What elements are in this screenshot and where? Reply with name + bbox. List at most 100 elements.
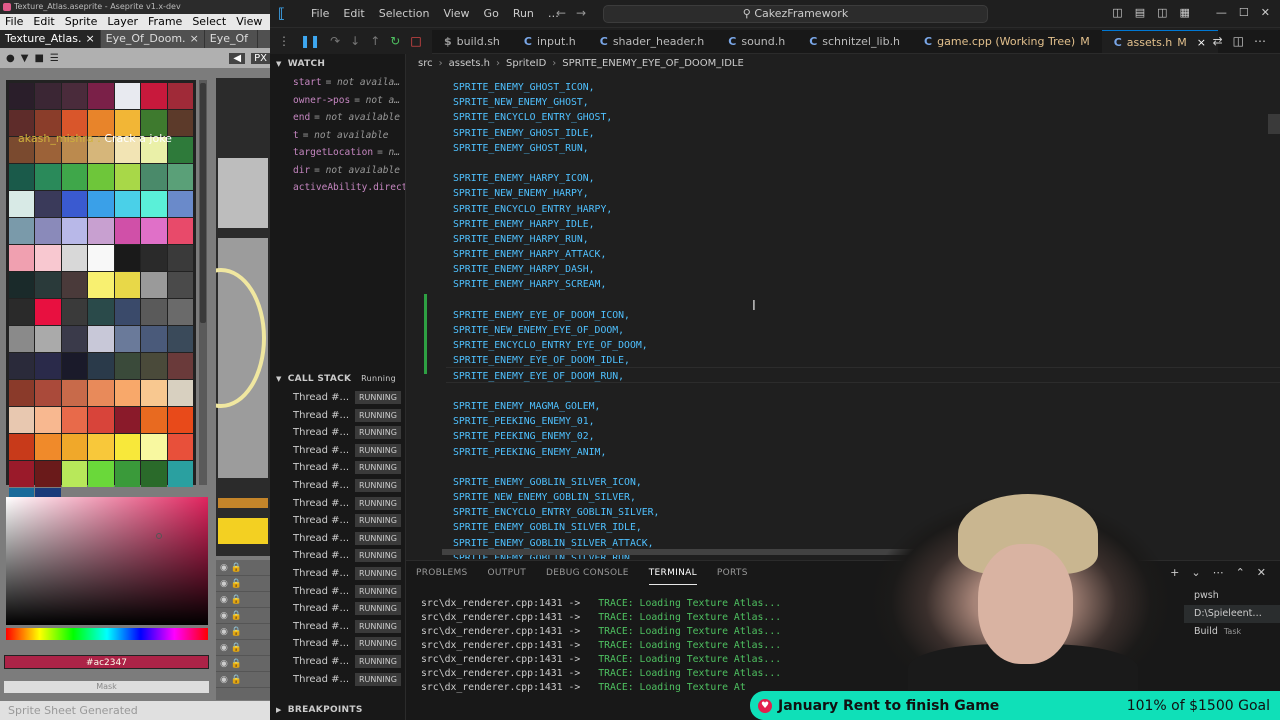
code-editor[interactable]: src › assets.h › SpriteID › SPRITE_ENEMY_EYE_O… [406, 54, 1280, 559]
code-line[interactable]: SPRITE_NEW_ENEMY_GHOST, [453, 95, 659, 110]
palette-lock-icon[interactable]: ● [6, 53, 15, 64]
palette-swatch[interactable] [167, 461, 193, 487]
palette-swatch[interactable] [114, 326, 141, 352]
panel-tab[interactable]: PROBLEMS [416, 561, 468, 585]
code-line[interactable]: SPRITE_ENCYCLO_ENTRY_EYE_OF_DOOM, [453, 338, 659, 353]
terminal-output[interactable]: src\dx_renderer.cpp:1431 -> TRACE: Loadin… [421, 597, 781, 695]
nav-arrows[interactable]: ←→ [556, 6, 596, 20]
palette-swatch[interactable] [35, 434, 61, 460]
watch-expression[interactable]: targetLocation = n… [270, 144, 405, 162]
palette-swatch[interactable] [35, 164, 61, 190]
frame-back-icon[interactable]: ◀ [229, 52, 246, 64]
palette-swatch[interactable] [114, 407, 141, 433]
terminal-instance[interactable]: Build Task [1184, 623, 1280, 641]
palette-swatch[interactable] [141, 272, 167, 298]
palette-swatch[interactable] [88, 272, 114, 298]
palette-swatch[interactable] [167, 83, 193, 109]
toggle-panel-icon[interactable]: ▤ [1135, 6, 1145, 19]
palette-swatch[interactable] [167, 326, 193, 352]
step-over-icon[interactable]: ↷ [330, 34, 340, 48]
vscode-menu-item[interactable]: File [304, 0, 336, 28]
palette-swatch[interactable] [141, 218, 167, 244]
thread-row[interactable]: Thread #... RUNNING [270, 600, 406, 618]
close-icon[interactable]: × [85, 32, 94, 45]
watch-expression[interactable]: owner->pos = not a… [270, 92, 405, 110]
breakpoints-header[interactable]: ▶ BREAKPOINTS [270, 700, 406, 720]
palette-swatch[interactable] [35, 272, 61, 298]
code-line[interactable]: SPRITE_ENCYCLO_ENTRY_GHOST, [453, 110, 659, 125]
palette-swatch[interactable] [61, 461, 88, 487]
palette-swatch[interactable] [114, 218, 141, 244]
close-icon[interactable]: × [190, 32, 199, 45]
palette-swatch[interactable] [35, 299, 61, 325]
layer-row[interactable]: ◉ 🔒 [216, 592, 270, 608]
palette-swatch[interactable] [88, 245, 114, 271]
close-icon[interactable]: ✕ [1261, 6, 1270, 19]
palette-swatch[interactable] [88, 380, 114, 406]
layer-row[interactable]: ◉ 🔒 [216, 656, 270, 672]
palette-menu-icon[interactable]: ☰ [50, 53, 59, 64]
code-line[interactable]: SPRITE_NEW_ENEMY_GOBLIN_SILVER, [453, 490, 659, 505]
palette-swatch[interactable] [61, 299, 88, 325]
code-line[interactable]: SPRITE_ENEMY_EYE_OF_DOOM_IDLE, [453, 353, 659, 368]
palette-swatch[interactable] [114, 164, 141, 190]
code-line[interactable]: SPRITE_ENEMY_HARPY_IDLE, [453, 217, 659, 232]
step-out-icon[interactable]: ↑ [370, 34, 380, 48]
palette-swatch[interactable] [61, 272, 88, 298]
watch-expression[interactable]: start = not availa… [270, 74, 405, 92]
color-picker[interactable] [6, 497, 208, 625]
palette-swatch[interactable] [114, 353, 141, 379]
palette-swatch[interactable] [114, 299, 141, 325]
breadcrumb-item[interactable]: SpriteID [506, 58, 546, 69]
step-into-icon[interactable]: ↓ [350, 34, 360, 48]
palette-swatch[interactable] [167, 407, 193, 433]
ase-menu-item[interactable]: Edit [28, 14, 59, 30]
palette-swatch[interactable] [9, 245, 35, 271]
code-line[interactable]: SPRITE_ENEMY_HARPY_ATTACK, [453, 247, 659, 262]
thread-row[interactable]: Thread #... RUNNING [270, 565, 406, 583]
dropdown-icon[interactable]: ⌄ [1191, 566, 1200, 579]
editor-tab[interactable]: Cshader_header.h [588, 30, 717, 53]
code-line[interactable]: SPRITE_ENEMY_HARPY_DASH, [453, 262, 659, 277]
code-line[interactable]: SPRITE_ENEMY_GHOST_ICON, [453, 80, 659, 95]
thread-row[interactable]: Thread #... RUNNING [270, 618, 406, 636]
palette-swatch[interactable] [141, 299, 167, 325]
code-lines[interactable]: SPRITE_ENEMY_GHOST_ICON, SPRITE_NEW_ENEMY… [453, 80, 659, 559]
terminal-instance[interactable]: D:\Spieleent… [1184, 605, 1280, 623]
code-line[interactable]: SPRITE_ENEMY_HARPY_ICON, [453, 171, 659, 186]
thread-row[interactable]: Thread #... RUNNING [270, 635, 406, 653]
watch-expression[interactable]: end = not available [270, 109, 405, 127]
thread-row[interactable]: Thread #... RUNNING [270, 459, 406, 477]
layer-row[interactable]: ◉ 🔒 [216, 640, 270, 656]
palette-swatch[interactable] [167, 353, 193, 379]
drag-handle-icon[interactable]: ⋮ [278, 34, 290, 48]
palette-swatch[interactable] [88, 353, 114, 379]
palette-swatch[interactable] [61, 434, 88, 460]
palette-swatch[interactable] [9, 83, 35, 109]
layer-row[interactable]: ◉ 🔒 [216, 560, 270, 576]
code-line[interactable] [453, 293, 659, 308]
mask-slider[interactable]: Mask [4, 681, 209, 693]
code-line[interactable]: SPRITE_PEEKING_ENEMY_ANIM, [453, 445, 659, 460]
thread-row[interactable]: Thread #... RUNNING [270, 547, 406, 565]
palette-swatch[interactable] [9, 272, 35, 298]
palette-swatch[interactable] [35, 380, 61, 406]
palette-down-icon[interactable]: ▼ [21, 53, 29, 64]
thread-row[interactable]: Thread #... RUNNING [270, 653, 406, 671]
palette-swatch[interactable] [141, 461, 167, 487]
palette-swatch[interactable] [141, 326, 167, 352]
palette-swatch[interactable] [61, 164, 88, 190]
palette-swatch[interactable] [9, 191, 35, 217]
thread-row[interactable]: Thread #... RUNNING [270, 671, 406, 689]
palette-swatch[interactable] [61, 191, 88, 217]
thread-row[interactable]: Thread #... RUNNING [270, 512, 406, 530]
compare-icon[interactable]: ⇄ [1213, 34, 1223, 48]
timeline-layers[interactable]: ◉ 🔒 ◉ 🔒 ◉ 🔒 ◉ 🔒 ◉ 🔒 ◉ 🔒 ◉ 🔒 ◉ 🔒 [216, 560, 270, 700]
thread-row[interactable]: Thread #... RUNNING [270, 530, 406, 548]
thread-row[interactable]: Thread #... RUNNING [270, 407, 406, 425]
code-line[interactable]: SPRITE_ENEMY_GOBLIN_SILVER_ICON, [453, 475, 659, 490]
palette-swatch[interactable] [88, 461, 114, 487]
thread-row[interactable]: Thread #... RUNNING [270, 442, 406, 460]
palette-swatch[interactable] [9, 299, 35, 325]
palette-swatch[interactable] [61, 83, 88, 109]
